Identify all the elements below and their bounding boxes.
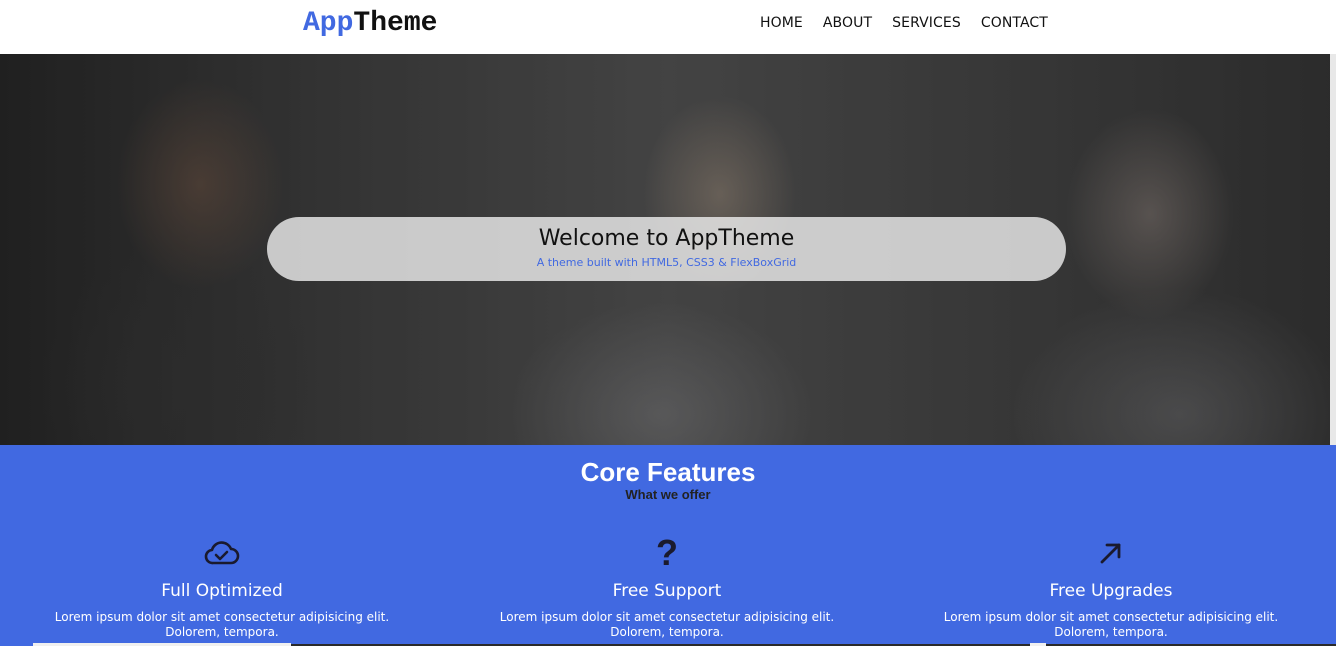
arrow-up-right-icon — [889, 533, 1333, 573]
hero-banner: Welcome to AppTheme A theme built with H… — [0, 54, 1336, 445]
features-title: Core Features — [580, 457, 756, 487]
logo[interactable]: AppTheme — [303, 8, 437, 39]
question-icon: ? — [656, 532, 678, 573]
feature-title: Free Upgrades — [1049, 581, 1173, 601]
logo-theme: Theme — [353, 8, 438, 39]
hero-subtitle: A theme built with HTML5, CSS3 & FlexBox… — [536, 256, 797, 269]
scrollbar-track[interactable] — [1330, 54, 1336, 445]
main-nav: HOME ABOUT SERVICES CONTACT — [760, 15, 1048, 31]
feature-title: Free Support — [612, 581, 722, 601]
hero-title: Welcome to AppTheme — [538, 226, 795, 251]
nav-services[interactable]: SERVICES — [892, 15, 961, 31]
feature-text: Lorem ipsum dolor sit amet consectetur a… — [54, 610, 390, 639]
feature-full-optimized: Full Optimized Lorem ipsum dolor sit ame… — [0, 533, 444, 640]
features-subtitle: What we offer — [625, 487, 711, 502]
nav-about[interactable]: ABOUT — [823, 15, 872, 31]
logo-app: App — [303, 8, 354, 39]
welcome-box: Welcome to AppTheme A theme built with H… — [267, 217, 1066, 281]
feature-free-support: ? Free Support Lorem ipsum dolor sit ame… — [445, 533, 889, 640]
nav-contact[interactable]: CONTACT — [981, 15, 1048, 31]
feature-text: Lorem ipsum dolor sit amet consectetur a… — [943, 610, 1279, 639]
feature-free-upgrades: Free Upgrades Lorem ipsum dolor sit amet… — [889, 533, 1333, 640]
feature-text: Lorem ipsum dolor sit amet consectetur a… — [499, 610, 835, 639]
feature-title: Full Optimized — [161, 581, 283, 601]
core-features-section: Core Features What we offer Full Optimiz… — [0, 445, 1336, 646]
cloud-check-icon — [0, 533, 444, 573]
nav-home[interactable]: HOME — [760, 15, 803, 31]
site-header: AppTheme HOME ABOUT SERVICES CONTACT — [0, 0, 1336, 54]
